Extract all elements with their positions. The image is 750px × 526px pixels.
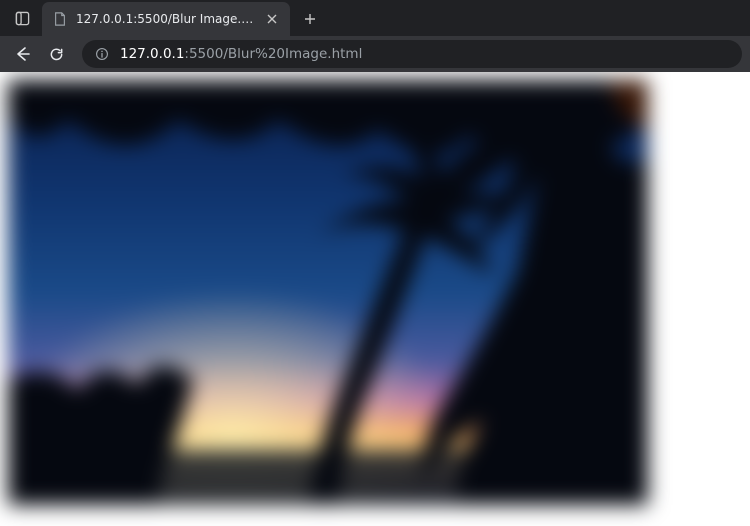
address-bar[interactable]: 127.0.0.1:5500/Blur%20Image.html bbox=[82, 40, 742, 68]
tab-title: 127.0.0.1:5500/Blur Image.html bbox=[76, 12, 256, 26]
url-host: 127.0.0.1 bbox=[120, 46, 184, 62]
refresh-icon bbox=[49, 47, 64, 62]
plus-icon bbox=[304, 13, 316, 25]
blurred-sunset-image bbox=[8, 80, 648, 505]
tab-strip: 127.0.0.1:5500/Blur Image.html bbox=[0, 0, 750, 36]
tab-actions-icon bbox=[15, 11, 30, 26]
refresh-button[interactable] bbox=[42, 40, 70, 68]
new-tab-button[interactable] bbox=[296, 5, 324, 33]
url-path: :5500/Blur%20Image.html bbox=[184, 46, 362, 62]
file-icon bbox=[52, 11, 68, 27]
info-icon bbox=[95, 47, 109, 61]
tab-close-button[interactable] bbox=[264, 11, 280, 27]
active-tab[interactable]: 127.0.0.1:5500/Blur Image.html bbox=[42, 2, 290, 36]
site-info-button[interactable] bbox=[94, 46, 110, 62]
toolbar: 127.0.0.1:5500/Blur%20Image.html bbox=[0, 36, 750, 72]
back-arrow-icon bbox=[14, 46, 30, 62]
url-text: 127.0.0.1:5500/Blur%20Image.html bbox=[120, 46, 362, 62]
tab-actions-button[interactable] bbox=[6, 3, 38, 33]
browser-chrome: 127.0.0.1:5500/Blur Image.html bbox=[0, 0, 750, 72]
back-button[interactable] bbox=[8, 40, 36, 68]
page-content bbox=[0, 72, 750, 526]
close-icon bbox=[267, 14, 277, 24]
